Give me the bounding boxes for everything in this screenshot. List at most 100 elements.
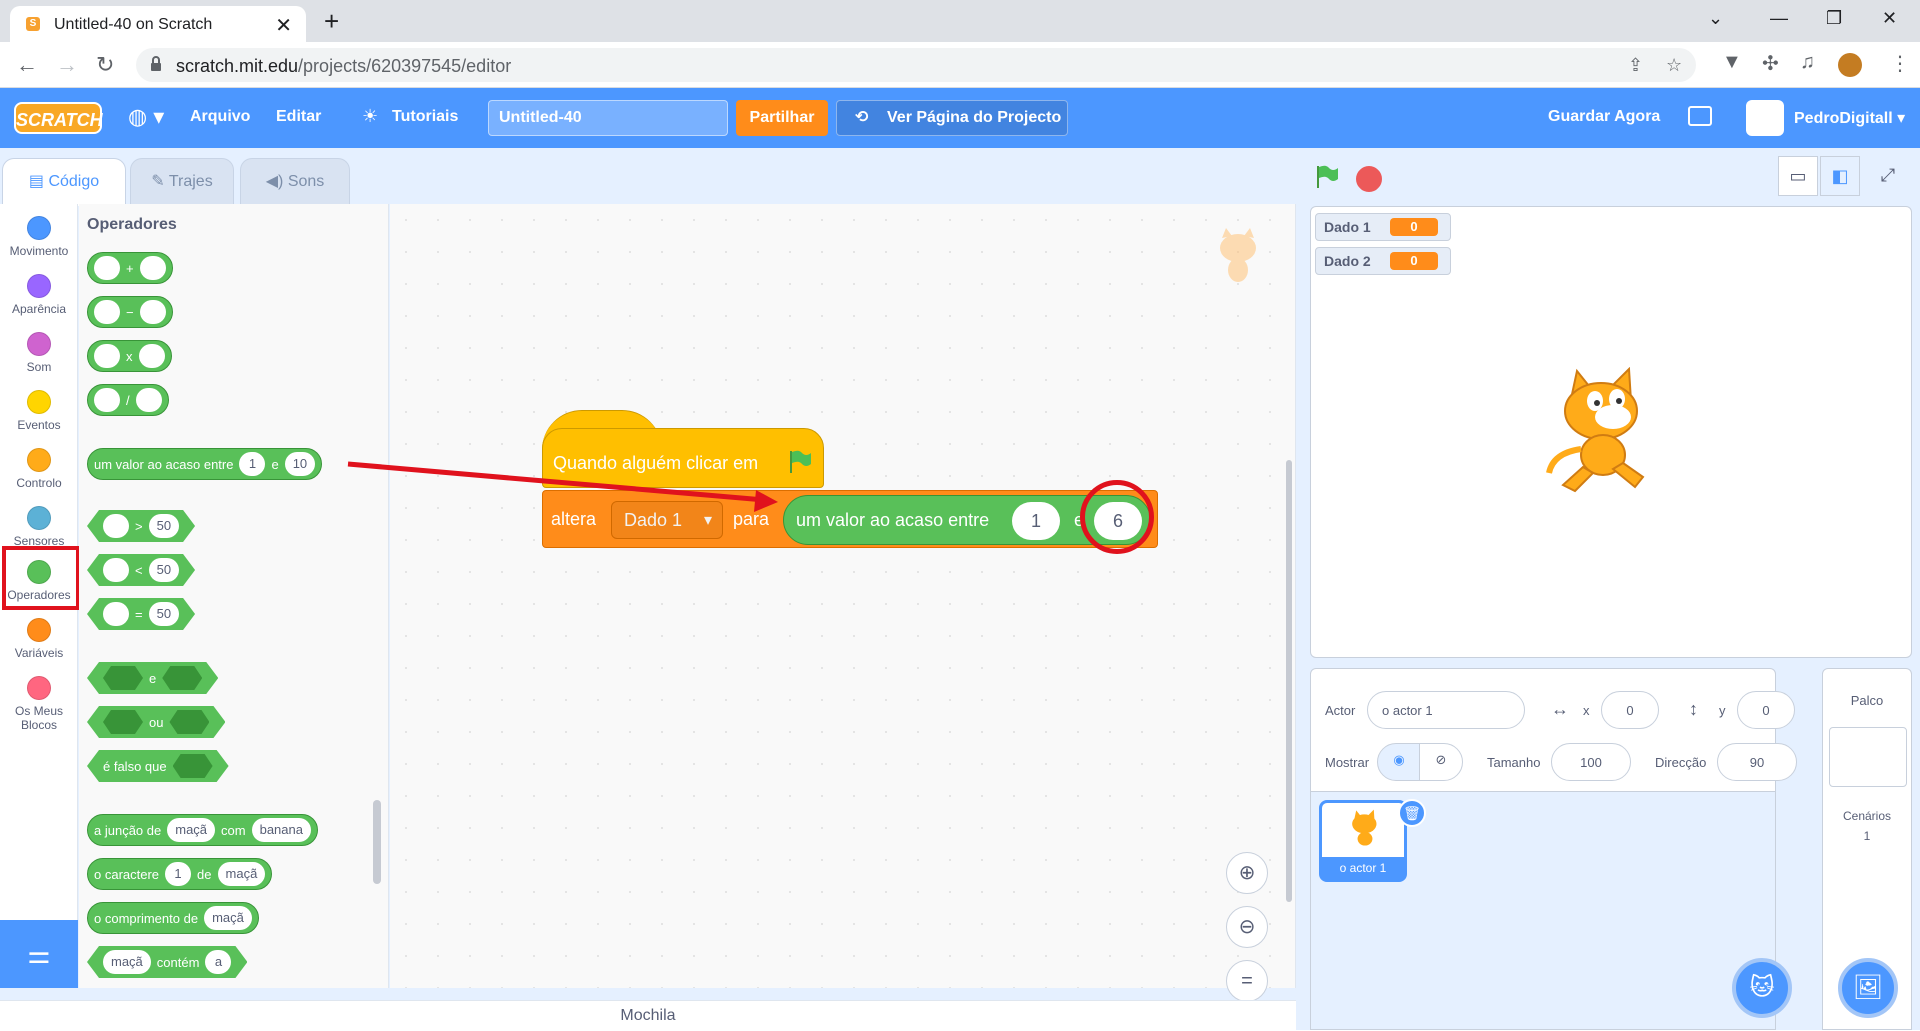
slot[interactable]: [103, 558, 129, 582]
sprite-tile[interactable]: o actor 1 🗑: [1319, 799, 1426, 882]
hex-slot[interactable]: [162, 666, 202, 690]
block-less-than[interactable]: <50: [87, 554, 195, 586]
category-my-blocks[interactable]: Os Meus Blocos: [0, 676, 78, 732]
category-motion[interactable]: Movimento: [0, 216, 78, 258]
when-flag-clicked-block[interactable]: Quando alguém clicar em: [542, 428, 824, 488]
stage-thumbnail[interactable]: [1829, 727, 1907, 787]
slot[interactable]: 1: [165, 862, 192, 886]
backpack-bar[interactable]: Mochila: [0, 1000, 1296, 1030]
slot[interactable]: [135, 388, 162, 412]
hex-slot[interactable]: [173, 754, 213, 778]
block-or[interactable]: ou: [87, 706, 225, 738]
minimize-icon[interactable]: —: [1770, 8, 1788, 29]
palette-scrollbar[interactable]: [373, 800, 381, 884]
random-to-slot[interactable]: 10: [284, 452, 316, 476]
browser-menu-icon[interactable]: ⋮: [1890, 51, 1910, 76]
slot[interactable]: maçã: [204, 906, 252, 930]
tab-code[interactable]: ▤ Código: [2, 158, 126, 206]
browser-tab[interactable]: S Untitled-40 on Scratch ✕: [10, 6, 306, 42]
block-letter-of[interactable]: o caractere 1 de maçã: [87, 858, 273, 890]
block-join[interactable]: a junção de maçã com banana: [87, 814, 318, 846]
variable-dropdown[interactable]: Dado 1 ▾: [611, 501, 723, 539]
extensions-puzzle-icon[interactable]: ✣: [1762, 51, 1779, 76]
script-area-scrollbar[interactable]: [1286, 460, 1292, 902]
tab-costumes[interactable]: ✎ Trajes: [130, 158, 234, 204]
y-input[interactable]: 0: [1737, 691, 1795, 729]
direction-input[interactable]: 90: [1717, 743, 1797, 781]
category-events[interactable]: Eventos: [0, 390, 78, 432]
slot[interactable]: [94, 256, 120, 280]
scratch-cat-sprite[interactable]: [1543, 367, 1663, 497]
slot[interactable]: 50: [149, 514, 179, 538]
random-from-slot[interactable]: 1: [239, 452, 266, 476]
size-input[interactable]: 100: [1551, 743, 1631, 781]
category-control[interactable]: Controlo: [0, 448, 78, 490]
profile-avatar-icon[interactable]: [1838, 53, 1862, 77]
save-now-button[interactable]: Guardar Agora: [1548, 108, 1660, 126]
forward-icon[interactable]: →: [56, 52, 78, 78]
block-contains[interactable]: maçã contém a: [87, 946, 247, 978]
hide-eye-icon[interactable]: ⊘: [1419, 743, 1463, 781]
hex-slot[interactable]: [103, 710, 143, 734]
tutorials-menu[interactable]: Tutoriais: [392, 108, 458, 126]
hex-slot[interactable]: [169, 710, 209, 734]
block-greater-than[interactable]: >50: [87, 510, 195, 542]
block-length-of[interactable]: o comprimento de maçã: [87, 902, 259, 934]
script-area[interactable]: Quando alguém clicar em altera Dado 1 ▾ …: [390, 204, 1296, 1002]
file-menu[interactable]: Arquivo: [190, 108, 250, 126]
media-control-icon[interactable]: ♫: [1800, 51, 1815, 74]
block-random[interactable]: um valor ao acaso entre 1 e 10: [87, 448, 323, 480]
delete-sprite-icon[interactable]: 🗑: [1398, 799, 1426, 827]
slot[interactable]: maçã: [167, 818, 216, 842]
slot[interactable]: [139, 300, 166, 324]
restore-icon[interactable]: ❐: [1826, 8, 1842, 29]
close-tab-icon[interactable]: ✕: [275, 13, 292, 38]
category-sensing[interactable]: Sensores: [0, 506, 78, 548]
category-sound[interactable]: Som: [0, 332, 78, 374]
block-divide[interactable]: /: [87, 384, 169, 416]
set-variable-block[interactable]: altera Dado 1 ▾ para um valor ao acaso e…: [542, 490, 1158, 548]
share-button[interactable]: Partilhar: [736, 100, 828, 136]
small-stage-icon[interactable]: ▭: [1778, 156, 1818, 196]
fullscreen-icon[interactable]: ⤢: [1868, 156, 1908, 196]
block-equals[interactable]: = 50: [87, 598, 195, 630]
x-input[interactable]: 0: [1601, 691, 1659, 729]
reload-icon[interactable]: ↻: [96, 52, 114, 78]
stop-button[interactable]: [1356, 166, 1382, 192]
stage[interactable]: Dado 1 0 Dado 2 0: [1310, 206, 1912, 658]
slot[interactable]: [139, 256, 166, 280]
slot[interactable]: a: [205, 950, 231, 974]
hex-slot[interactable]: [103, 666, 143, 690]
zoom-reset-icon[interactable]: =: [1226, 960, 1268, 1002]
slot[interactable]: maçã: [217, 862, 266, 886]
slot[interactable]: [138, 344, 165, 368]
add-extension-button[interactable]: ⚌: [0, 920, 78, 988]
my-stuff-folder-icon[interactable]: [1688, 106, 1712, 126]
username-menu[interactable]: PedroDigitall ▾: [1794, 108, 1905, 128]
block-subtract[interactable]: −: [87, 296, 173, 328]
edit-menu[interactable]: Editar: [276, 108, 321, 126]
slot[interactable]: maçã: [103, 950, 151, 974]
extension-shield-icon[interactable]: ▼: [1722, 51, 1742, 74]
new-tab-icon[interactable]: +: [324, 6, 339, 37]
block-not[interactable]: é falso que: [87, 750, 229, 782]
random-from-input[interactable]: 1: [1012, 502, 1060, 540]
variable-monitor-dado1[interactable]: Dado 1 0: [1315, 213, 1451, 241]
block-and[interactable]: e: [87, 662, 218, 694]
add-backdrop-button[interactable]: 🖼: [1838, 958, 1898, 1018]
share-page-icon[interactable]: ⇪: [1628, 55, 1643, 76]
variable-monitor-dado2[interactable]: Dado 2 0: [1315, 247, 1451, 275]
sprite-name-input[interactable]: o actor 1: [1367, 691, 1525, 729]
slot[interactable]: [103, 514, 129, 538]
zoom-out-icon[interactable]: ⊖: [1226, 906, 1268, 948]
window-close-icon[interactable]: ✕: [1882, 8, 1897, 29]
tab-search-icon[interactable]: ⌄: [1708, 8, 1723, 29]
language-globe-icon[interactable]: ◍ ▾: [128, 104, 164, 130]
tab-sounds[interactable]: ◀) Sons: [240, 158, 350, 204]
category-variables[interactable]: Variáveis: [0, 618, 78, 660]
zoom-in-icon[interactable]: ⊕: [1226, 852, 1268, 894]
normal-stage-icon[interactable]: ◧: [1820, 156, 1860, 196]
show-visible-eye-icon[interactable]: ◉: [1377, 743, 1421, 781]
green-flag-button[interactable]: [1314, 164, 1340, 190]
add-sprite-button[interactable]: 🐱: [1732, 958, 1792, 1018]
